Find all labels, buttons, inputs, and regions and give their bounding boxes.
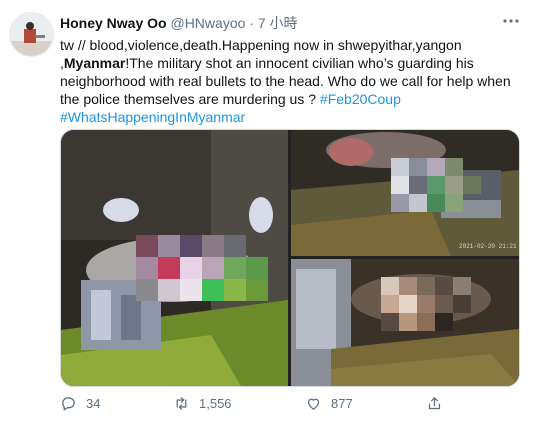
retweet-icon xyxy=(176,397,187,410)
tweet-timestamp[interactable]: 7 小時 xyxy=(258,15,298,31)
media-grid: 2021-02-20 21:21 xyxy=(60,129,520,387)
user-display-name[interactable]: Honey Nway Oo xyxy=(60,15,167,31)
like-count: 877 xyxy=(331,396,353,411)
photo-2[interactable]: 2021-02-20 21:21 xyxy=(291,130,519,256)
avatar[interactable] xyxy=(9,12,54,57)
retweet-button[interactable]: 1,556 xyxy=(173,395,232,412)
like-icon xyxy=(307,398,320,410)
share-icon xyxy=(428,397,441,410)
avatar-image xyxy=(10,13,53,56)
user-handle[interactable]: @HNwayoo xyxy=(170,15,245,31)
photo-1[interactable] xyxy=(61,130,288,386)
photo-timestamp: 2021-02-20 21:21 xyxy=(459,243,517,250)
tweet-actions: 34 1,556 877 xyxy=(60,395,460,415)
hashtag-link[interactable]: #Feb20Coup xyxy=(320,91,401,107)
tweet-header: Honey Nway Oo @HNwayoo · 7 小時 xyxy=(60,13,298,33)
more-icon[interactable] xyxy=(502,12,520,35)
like-button[interactable]: 877 xyxy=(305,395,353,412)
retweet-count: 1,556 xyxy=(199,396,232,411)
reply-button[interactable]: 34 xyxy=(60,395,100,412)
tweet-text-part2: !The military shot an innocent civilian … xyxy=(60,55,511,107)
tweet[interactable]: Honey Nway Oo @HNwayoo · 7 小時 tw // bloo… xyxy=(0,0,534,424)
tweet-text: tw // blood,violence,death.Happening now… xyxy=(60,36,522,126)
reply-count: 34 xyxy=(86,396,101,411)
reply-icon xyxy=(62,397,75,411)
tweet-text-bold: Myanmar xyxy=(63,55,126,71)
separator-dot: · xyxy=(249,15,254,31)
hashtag-link[interactable]: #WhatsHappeningInMyanmar xyxy=(60,109,245,125)
share-button[interactable] xyxy=(426,395,452,412)
photo-3[interactable] xyxy=(291,259,519,386)
